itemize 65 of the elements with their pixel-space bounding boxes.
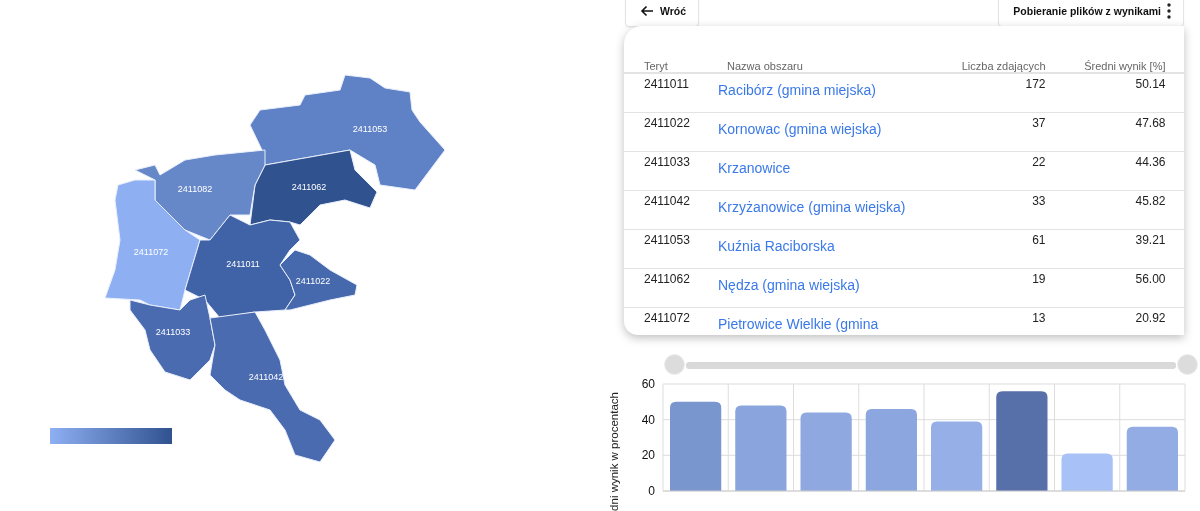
table-cell-text: 172: [1024, 76, 1046, 93]
region-label: 2411033: [155, 327, 191, 337]
bar[interactable]: [996, 391, 1048, 491]
bar[interactable]: [1126, 426, 1178, 491]
bar[interactable]: [1061, 453, 1113, 491]
table-cell-text: 2411022: [643, 115, 691, 132]
map-region[interactable]: [129, 294, 216, 381]
table-cell-text: 19: [1031, 271, 1046, 288]
table-cell-text: 2411072: [643, 310, 691, 327]
map-region[interactable]: [249, 74, 446, 191]
table-cell-text: 45.82: [1134, 193, 1166, 210]
area-name-link[interactable]: Krzyżanowice (gmina wiejska): [718, 199, 906, 215]
y-axis-label: dni wynik w procentach: [608, 392, 620, 511]
column-header: Nazwa obszaru: [726, 60, 804, 72]
area-name-link[interactable]: Pietrowice Wielkie (gmina: [718, 316, 879, 332]
region-label: 2411072: [133, 247, 169, 257]
table-cell-text: 56.00: [1134, 271, 1166, 288]
back-button[interactable]: Wróć: [625, 0, 700, 27]
y-tick-label: 20: [641, 448, 655, 463]
slider-handle[interactable]: [664, 354, 685, 376]
map-region[interactable]: [209, 311, 336, 463]
region-label: 2411011: [226, 259, 260, 269]
bar[interactable]: [670, 401, 722, 491]
table-cell-text: 33: [1031, 193, 1046, 210]
y-tick-label: 60: [641, 377, 655, 391]
table-cell-text: 22: [1031, 154, 1046, 171]
slider-handle[interactable]: [1177, 354, 1198, 376]
table-cell-text: 20.92: [1134, 310, 1166, 327]
bar[interactable]: [865, 408, 917, 491]
table-cell-text: 2411033: [643, 154, 691, 171]
table-cell-text: 50.14: [1134, 76, 1166, 93]
map-region[interactable]: [279, 249, 358, 311]
area-name-link[interactable]: Krzanowice: [718, 160, 791, 176]
region-label: 2411042: [248, 372, 284, 382]
y-tick-label: 0: [648, 484, 655, 498]
table-cell-text: 37: [1031, 115, 1046, 132]
bar[interactable]: [735, 405, 787, 491]
table-cell-text: 2411053: [643, 232, 691, 249]
bar[interactable]: [931, 421, 983, 491]
more-vert-icon: [1167, 2, 1171, 19]
region-label: 2411022: [295, 276, 331, 286]
region-label: 2411082: [177, 184, 213, 194]
area-name-link[interactable]: Kuźnia Raciborska: [718, 238, 835, 254]
region-label: 2411062: [291, 182, 327, 192]
map-region[interactable]: [249, 149, 378, 226]
bar[interactable]: [800, 412, 852, 491]
map-region[interactable]: [134, 149, 266, 241]
column-header: Liczba zdających: [960, 60, 1046, 72]
download-results-button[interactable]: Pobieranie plików z wynikami: [998, 0, 1184, 27]
area-name-link[interactable]: Kornowac (gmina wiejska): [718, 121, 882, 137]
area-name-link[interactable]: Racibórz (gmina miejska): [718, 82, 876, 98]
table-cell-text: 39.21: [1134, 232, 1166, 249]
column-header: Średni wynik [%]: [1083, 60, 1166, 72]
table-cell-text: 2411042: [643, 193, 691, 210]
area-name-link[interactable]: Nędza (gmina wiejska): [718, 277, 860, 293]
table-cell-text: 47.68: [1134, 115, 1166, 132]
region-label: 2411053: [352, 124, 388, 134]
column-header: Teryt: [643, 60, 669, 72]
table-cell-text: 61: [1031, 232, 1046, 249]
table-cell-text: 44.36: [1134, 154, 1166, 171]
arrow-left-icon: [640, 4, 654, 17]
table-cell-text: 2411062: [643, 271, 691, 288]
table-cell-text: 13: [1031, 310, 1046, 327]
y-tick-label: 40: [641, 412, 655, 427]
table-cell-text: 2411011: [643, 76, 690, 93]
